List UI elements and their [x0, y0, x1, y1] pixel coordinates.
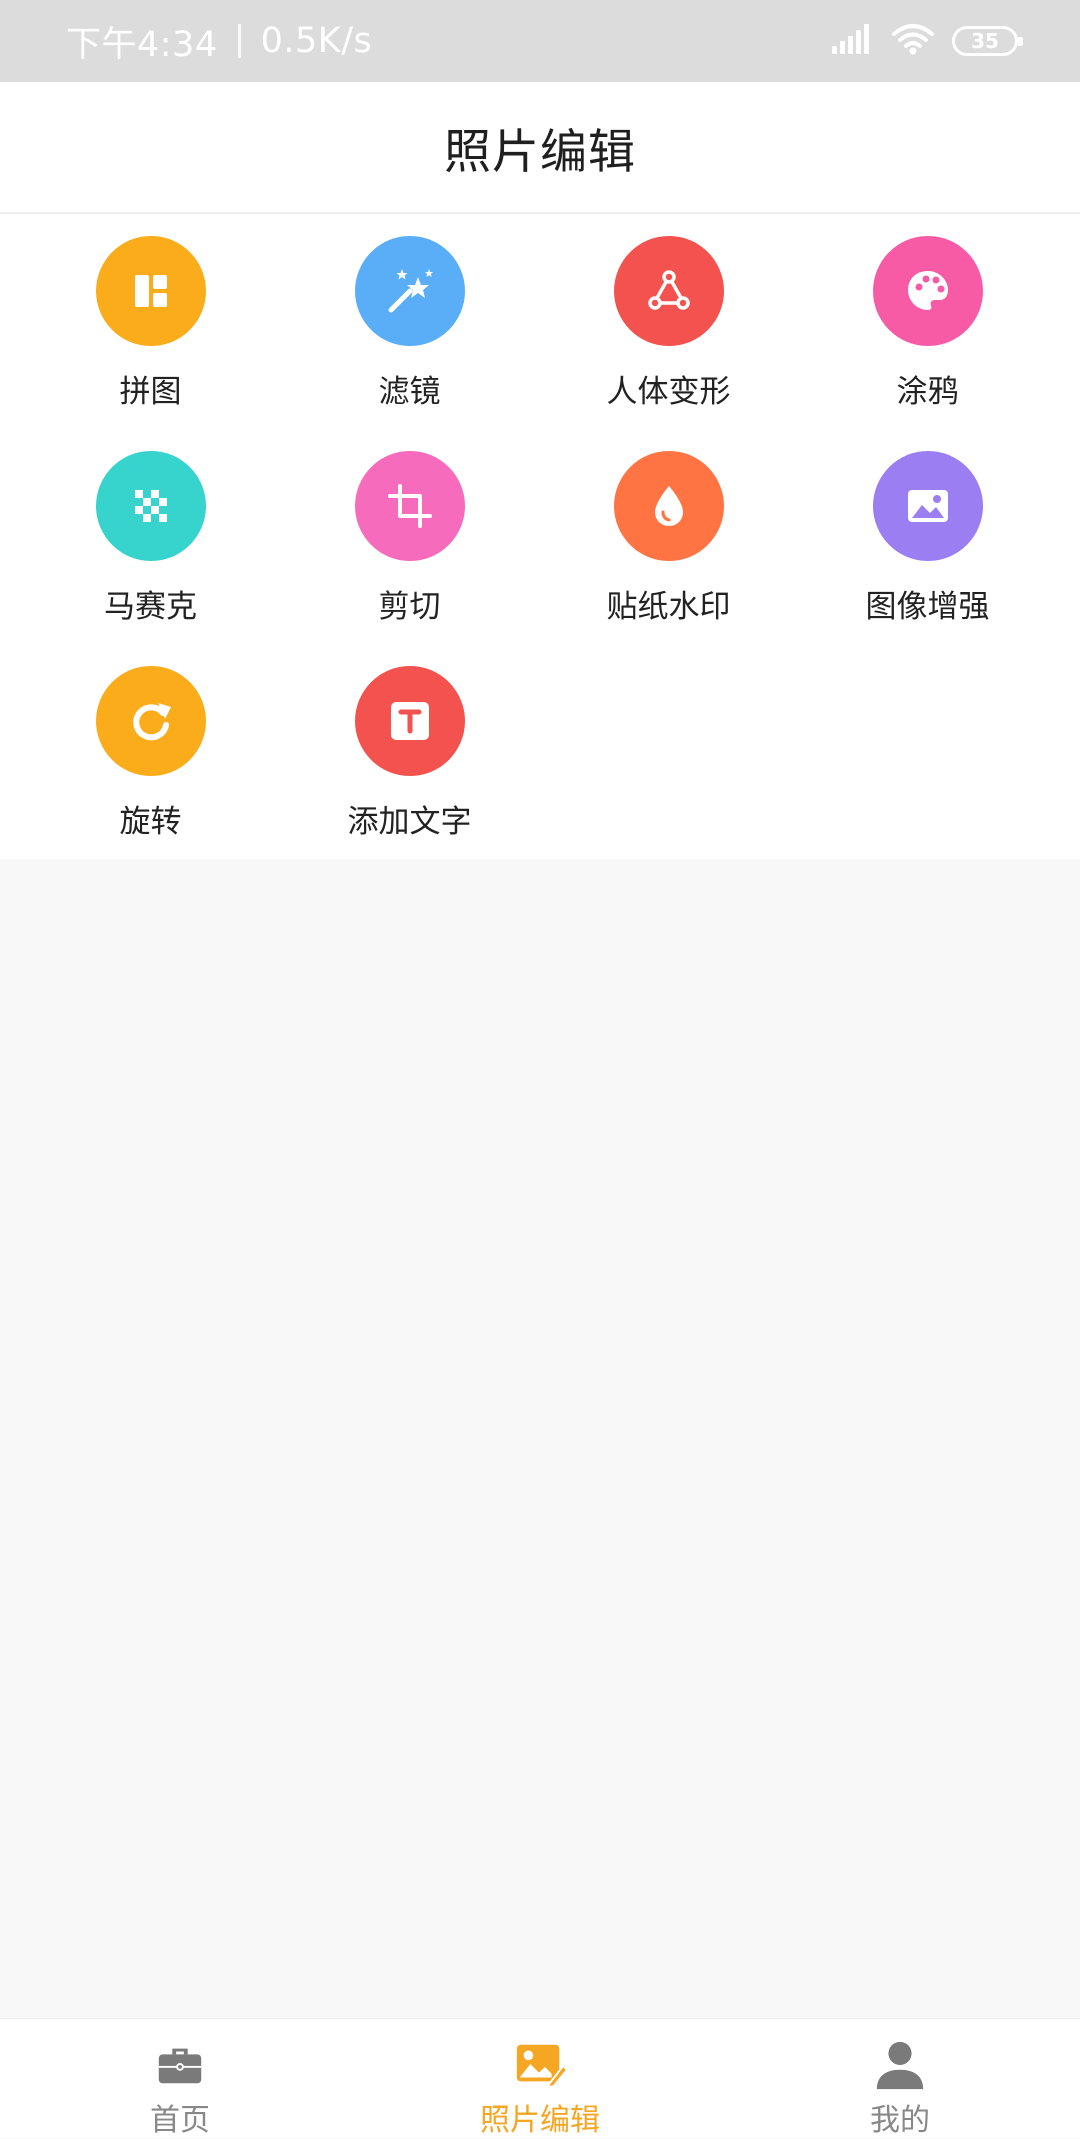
- tool-circle: [613, 451, 724, 561]
- battery-level: 35: [971, 29, 999, 53]
- tool-body-reshape[interactable]: 人体变形: [539, 214, 798, 414]
- photo-edit-icon: [516, 2044, 568, 2089]
- nav-label: 我的: [870, 2103, 930, 2138]
- nav-label: 首页: [150, 2103, 210, 2138]
- tool-filter[interactable]: 滤镜: [280, 214, 539, 414]
- tool-circle: [95, 451, 206, 561]
- tool-add-text[interactable]: 添加文字: [280, 644, 539, 844]
- status-right: 35: [832, 23, 1023, 59]
- tool-circle: [354, 451, 465, 561]
- tool-grid: 拼图 滤镜 人体变形 涂鸦 马赛克 剪切 贴纸水印 图像增强 旋转 添加文字: [0, 214, 1080, 859]
- image-enhance-icon: [907, 490, 948, 522]
- palette-icon: [907, 271, 948, 310]
- tool-doodle[interactable]: 涂鸦: [798, 214, 1057, 414]
- tool-label: 旋转: [119, 804, 182, 840]
- tool-mosaic[interactable]: 马赛克: [21, 429, 280, 629]
- tool-label: 人体变形: [606, 374, 731, 410]
- magic-wand-icon: [388, 269, 433, 313]
- status-time: 下午4:34: [66, 24, 218, 65]
- collage-icon: [134, 275, 167, 307]
- signal-icon: [832, 24, 874, 58]
- tool-circle: [354, 236, 465, 346]
- tool-label: 图像增强: [865, 589, 990, 625]
- tool-circle: [354, 666, 465, 776]
- tool-circle: [872, 451, 983, 561]
- battery-icon: 35: [952, 26, 1023, 56]
- mosaic-icon: [134, 490, 167, 522]
- nav-me[interactable]: 我的: [800, 2019, 1000, 2139]
- status-separator: [237, 24, 241, 58]
- tool-crop[interactable]: 剪切: [280, 429, 539, 629]
- crop-icon: [387, 484, 432, 528]
- tool-label: 贴纸水印: [606, 589, 731, 625]
- wifi-icon: [892, 23, 934, 59]
- page-title: 照片编辑: [444, 124, 636, 180]
- network-speed: 0.5K/s: [260, 21, 373, 61]
- nav-label: 照片编辑: [480, 2103, 600, 2138]
- status-left: 下午4:34 0.5K/s: [66, 16, 372, 67]
- tool-label: 剪切: [378, 589, 441, 625]
- tool-sticker-watermark[interactable]: 贴纸水印: [539, 429, 798, 629]
- tool-label: 涂鸦: [896, 374, 959, 410]
- tool-rotate[interactable]: 旋转: [21, 644, 280, 844]
- tool-collage[interactable]: 拼图: [21, 214, 280, 414]
- nav-home[interactable]: 首页: [80, 2019, 280, 2139]
- body-reshape-icon: [647, 270, 690, 310]
- status-bar: 下午4:34 0.5K/s 35: [0, 0, 1080, 82]
- tool-label: 拼图: [119, 374, 182, 410]
- tool-image-enhance[interactable]: 图像增强: [798, 429, 1057, 629]
- tool-label: 添加文字: [347, 804, 472, 840]
- tool-label: 马赛克: [104, 589, 197, 625]
- nav-photo-edit[interactable]: 照片编辑: [440, 2019, 640, 2139]
- rotate-icon: [132, 703, 171, 741]
- title-bar: 照片编辑: [0, 82, 1080, 214]
- bottom-nav: 首页 照片编辑 我的: [0, 2018, 1080, 2138]
- tool-label: 滤镜: [378, 374, 441, 410]
- text-icon: [390, 702, 429, 740]
- tool-circle: [95, 236, 206, 346]
- tool-circle: [95, 666, 206, 776]
- briefcase-icon: [158, 2048, 202, 2084]
- user-icon: [876, 2041, 924, 2090]
- droplet-icon: [654, 486, 683, 526]
- tool-circle: [613, 236, 724, 346]
- tool-circle: [872, 236, 983, 346]
